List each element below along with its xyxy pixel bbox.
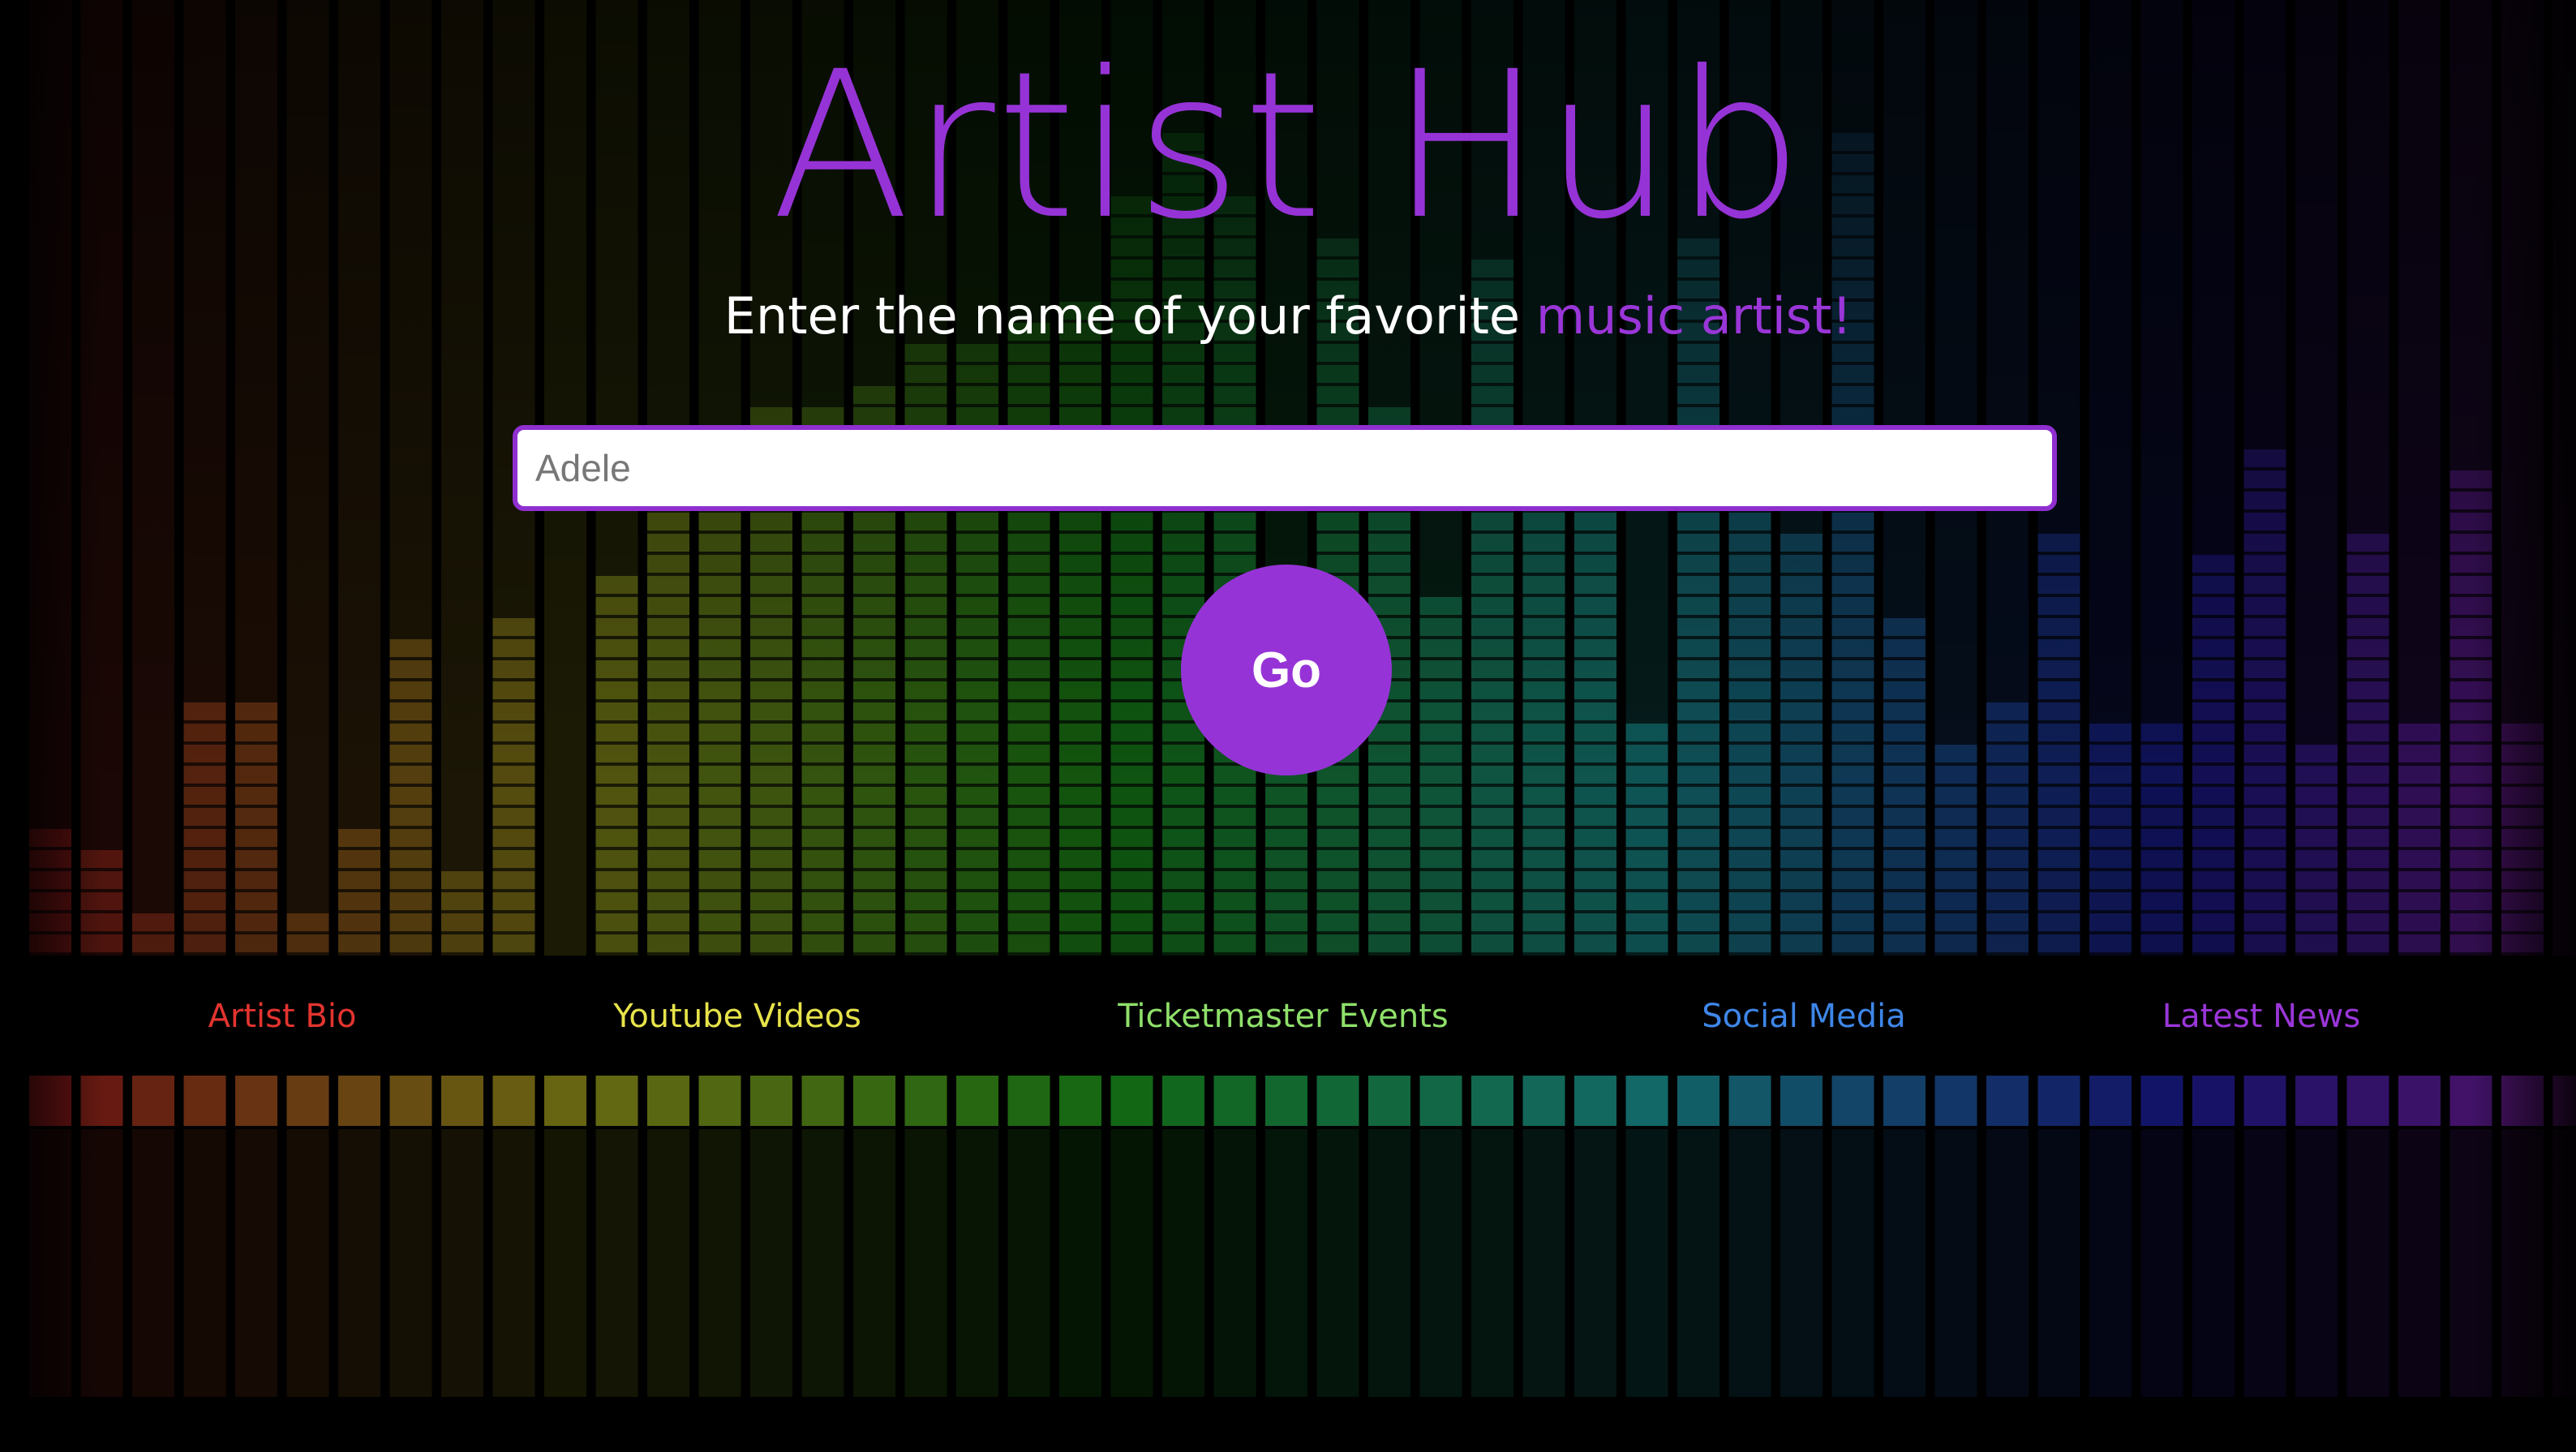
artist-search-input[interactable] [517,430,2052,506]
subtitle-text: Enter the name of your favorite [723,286,1536,346]
nav-artist-bio[interactable]: Artist Bio [208,957,357,1076]
page-title: Artist Hub [771,28,1805,264]
page: Artist Hub Enter the name of your favori… [0,0,2576,1452]
subtitle: Enter the name of your favorite music ar… [0,280,2576,353]
results-navbar: Artist Bio Youtube Videos Ticketmaster E… [29,957,2547,1076]
go-button[interactable]: Go [1181,565,1392,775]
nav-youtube-videos[interactable]: Youtube Videos [613,957,861,1076]
nav-latest-news[interactable]: Latest News [2162,957,2360,1076]
search-box [513,425,2057,511]
subtitle-accent-text: music artist! [1535,286,1853,346]
nav-ticketmaster-events[interactable]: Ticketmaster Events [1118,957,1449,1076]
nav-social-media[interactable]: Social Media [1702,957,1905,1076]
